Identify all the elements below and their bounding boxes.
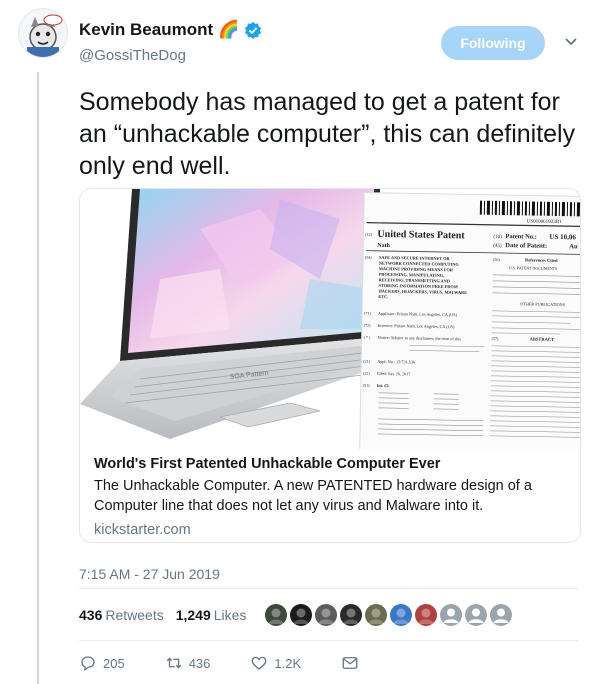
author-name[interactable]: Kevin Beaumont [79,20,213,40]
liker-avatar[interactable] [365,604,387,626]
card-description: The Unhackable Computer. A new PATENTED … [94,478,532,514]
svg-text:(45): (45) [493,244,502,249]
patent-int-cl: Int. Cl. [377,383,390,388]
envelope-icon [342,657,358,669]
default-avatar-icon [493,608,509,623]
liker-avatar[interactable] [290,604,312,626]
patent-title-line: ETC. [378,294,388,299]
patent-inventor: Nath [377,243,390,249]
svg-text:(21): (21) [363,359,370,364]
liker-avatar[interactable] [265,604,287,626]
user-photo-icon [393,608,409,624]
patent-date: Au [569,243,578,250]
action-bar: 205 436 1.2K [79,654,399,672]
heart-icon [251,656,267,670]
svg-text:( * ): ( * ) [364,335,371,340]
user-photo-icon [418,608,434,624]
card-domain[interactable]: kickstarter.com [94,522,564,538]
link-card[interactable]: SGA Pattern US010061923B1 (12) United St… [79,188,581,543]
retweet-count: 436 [188,655,211,671]
tweet-timestamp[interactable]: 7:15 AM - 27 Jun 2019 [79,566,220,582]
svg-text:(12): (12) [365,232,372,237]
retweet-button[interactable]: 436 [165,654,211,672]
card-image-art: SGA Pattern US010061923B1 (12) United St… [80,189,580,449]
likes-label: Likes [213,607,247,623]
liker-avatar[interactable] [390,604,412,626]
patent-header: United States Patent [377,229,465,242]
card-image[interactable]: SGA Pattern US010061923B1 (12) United St… [80,189,580,449]
patent-refs-sub: U.S. PATENT DOCUMENTS [509,265,558,271]
svg-text:(57): (57) [492,336,499,341]
patent-refs-title: References Cited [525,257,558,263]
likes-count: 1,249 [175,607,211,623]
liker-avatar[interactable] [465,604,487,626]
svg-text:(22): (22) [363,371,370,376]
user-photo-icon [268,608,284,624]
retweets-stat[interactable]: 436 Retweets [79,607,164,623]
retweets-count: 436 [79,607,103,623]
direct-message-button[interactable] [341,654,359,672]
divider [79,588,579,589]
reply-count: 205 [103,655,125,671]
patent-abstract: ABSTRACT [530,337,555,342]
svg-text:(10): (10) [493,235,502,240]
svg-text:(72): (72) [364,323,371,328]
rainbow-emoji: 🌈 [218,20,240,39]
default-avatar-icon [443,608,459,623]
tweet-text: Somebody has managed to get a patent for… [79,88,576,180]
verified-badge-icon [245,21,262,39]
patent-other-pubs: OTHER PUBLICATIONS [520,301,566,307]
patent-number-label: Patent No.: [505,233,537,241]
svg-text:(56): (56) [493,257,500,262]
divider [79,640,579,641]
retweets-label: Retweets [105,607,164,623]
svg-text:(51): (51) [363,383,370,388]
liker-avatar[interactable] [490,604,512,626]
chevron-down-icon[interactable] [562,32,580,50]
reply-icon [81,656,95,672]
reply-button[interactable]: 205 [79,654,125,672]
retweet-icon [166,657,181,669]
default-avatar-icon [468,608,484,623]
svg-text:(71): (71) [364,311,371,316]
likes-stat[interactable]: 1,249 Likes [176,607,247,623]
user-photo-icon [343,608,359,624]
liker-avatar[interactable] [315,604,337,626]
engagement-stats: 436 Retweets 1,249 Likes [79,607,246,623]
user-photo-icon [368,608,384,624]
likers-avatars [265,604,512,626]
thread-rail [37,72,39,684]
liker-avatar[interactable] [415,604,437,626]
patent-number: US 10,06 [549,233,576,241]
cartoon-animal-avatar-icon [19,9,67,57]
like-button[interactable]: 1.2K [250,654,301,672]
liker-avatar[interactable] [440,604,462,626]
liker-avatar[interactable] [340,604,362,626]
user-photo-icon [318,608,334,624]
author-handle[interactable]: @GossiTheDog [79,47,186,64]
card-title[interactable]: World's First Patented Unhackable Comput… [94,454,564,474]
following-button[interactable]: Following [441,26,545,60]
patent-barcode-number: US010061923B1 [527,219,562,225]
patent-date-label: Date of Patent: [505,242,547,250]
user-photo-icon [293,608,309,624]
like-count: 1.2K [274,655,302,671]
avatar[interactable] [18,8,68,58]
svg-text:(54): (54) [365,255,372,260]
